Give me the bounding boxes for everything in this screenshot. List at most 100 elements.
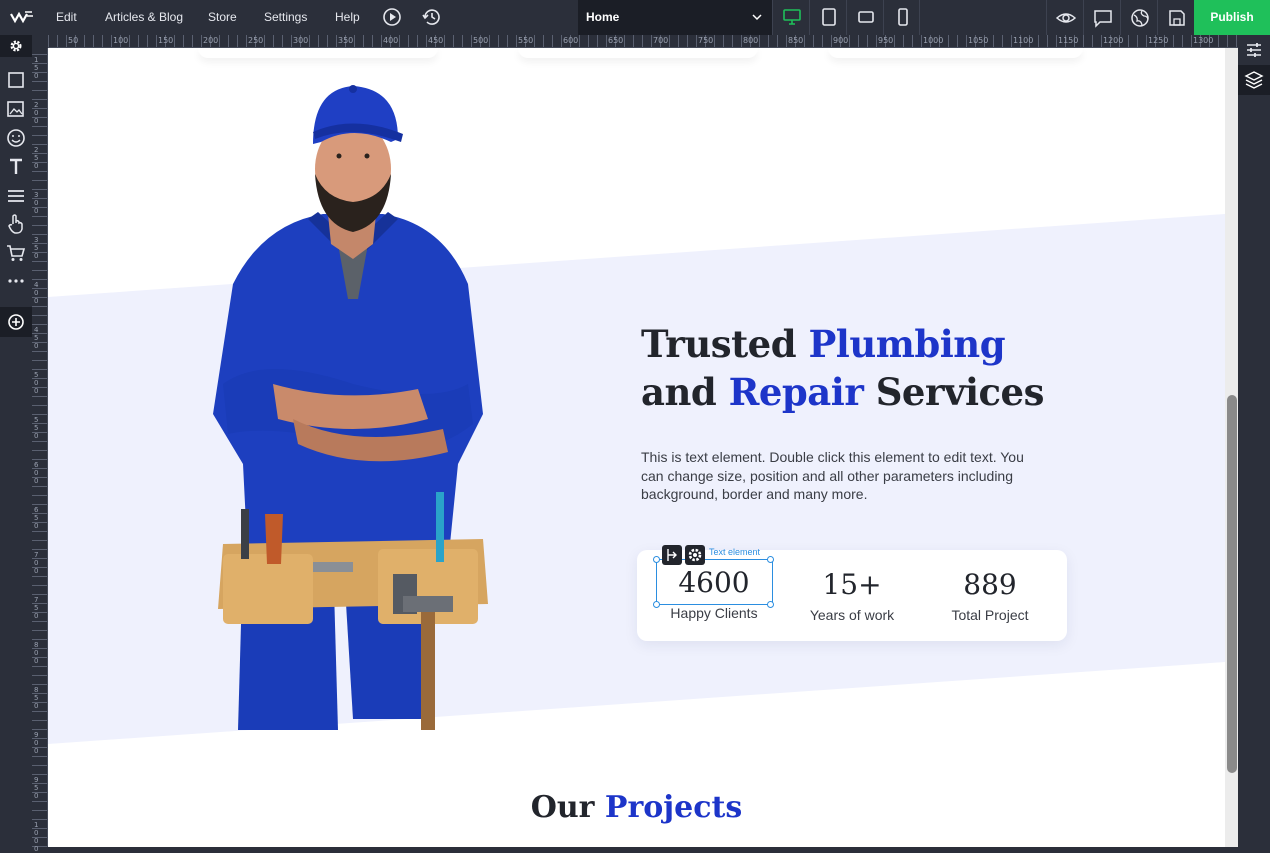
ruler-vmark: 950 <box>34 776 39 800</box>
ruler-vmark: 550 <box>34 416 39 440</box>
move-handle-icon[interactable] <box>662 545 682 565</box>
vertical-ruler: 150 200 250 300 350 400 450 500 550 600 … <box>32 48 48 853</box>
image-icon[interactable] <box>5 98 27 120</box>
sliders-icon[interactable] <box>1238 35 1270 65</box>
stat-label: Total Project <box>951 607 1029 623</box>
stat-total-project[interactable]: 889 Total Project <box>930 565 1050 625</box>
ruler-vmark: 900 <box>34 731 39 755</box>
hero-title-text: Trusted <box>641 322 809 366</box>
logo-icon[interactable] <box>10 9 34 25</box>
add-circle-icon[interactable] <box>0 307 32 337</box>
play-icon[interactable] <box>381 6 403 28</box>
projects-title[interactable]: Our Projects <box>48 790 1225 825</box>
menu-store[interactable]: Store <box>208 10 237 24</box>
ruler-mark: 400 <box>383 36 399 45</box>
selection-tag: Text element <box>709 547 761 557</box>
ruler-vmark: 450 <box>34 326 39 350</box>
plumber-image[interactable] <box>203 84 503 730</box>
ruler-vmark: 600 <box>34 461 39 485</box>
selection-box[interactable] <box>656 559 773 605</box>
publish-button[interactable]: Publish <box>1194 0 1270 35</box>
ruler-mark: 850 <box>788 36 804 45</box>
more-icon[interactable] <box>5 270 27 292</box>
ruler-vmark: 300 <box>34 191 39 215</box>
ruler-mark: 50 <box>68 36 79 45</box>
resize-handle[interactable] <box>653 556 660 563</box>
right-toolbar <box>1238 35 1270 847</box>
ruler-mark: 500 <box>473 36 489 45</box>
element-settings-icon[interactable] <box>685 545 705 565</box>
hand-pointer-icon[interactable] <box>5 213 27 235</box>
page-select[interactable]: Home <box>578 0 772 35</box>
ruler-vmark: 700 <box>34 551 39 575</box>
layers-icon[interactable] <box>1238 65 1270 95</box>
gear-icon[interactable] <box>0 35 32 57</box>
save-button[interactable] <box>1157 0 1194 35</box>
horizontal-ruler: 50 100 150 200 250 300 350 400 450 500 5… <box>48 35 1238 48</box>
ruler-mark: 300 <box>293 36 309 45</box>
history-icon[interactable] <box>421 6 443 28</box>
comment-icon <box>1094 10 1112 28</box>
ruler-vmark: 850 <box>34 686 39 710</box>
mobile-view-button[interactable] <box>883 0 920 35</box>
ruler-vmark: 650 <box>34 506 39 530</box>
resize-handle[interactable] <box>767 601 774 608</box>
menu-help[interactable]: Help <box>335 10 360 24</box>
eye-icon <box>1056 13 1076 23</box>
ruler-mark: 1050 <box>968 36 989 45</box>
projects-title-accent: Projects <box>604 790 743 825</box>
smiley-icon[interactable] <box>5 127 27 149</box>
tablet-landscape-view-button[interactable] <box>846 0 883 35</box>
hero-title-text: and <box>641 370 729 414</box>
ruler-mark: 900 <box>833 36 849 45</box>
left-toolbar <box>0 35 32 847</box>
ruler-mark: 1300 <box>1193 36 1214 45</box>
hero-title[interactable]: Trusted Plumbing and Repair Services <box>641 320 1044 416</box>
stat-years-of-work[interactable]: 15+ Years of work <box>792 565 912 625</box>
ruler-mark: 950 <box>878 36 894 45</box>
square-icon[interactable] <box>5 69 27 91</box>
ruler-vmark: 150 <box>34 56 39 80</box>
ruler-vmark: 250 <box>34 146 39 170</box>
ruler-mark: 1250 <box>1148 36 1169 45</box>
menu-icon[interactable] <box>5 185 27 207</box>
preview-button[interactable] <box>1046 0 1083 35</box>
cart-icon[interactable] <box>5 242 27 264</box>
hero-title-accent: Repair <box>728 370 864 414</box>
tablet-icon <box>822 8 836 26</box>
hero-title-text: Services <box>863 370 1045 414</box>
ruler-mark: 450 <box>428 36 444 45</box>
ruler-mark: 100 <box>113 36 129 45</box>
ruler-vmark: 750 <box>34 596 39 620</box>
mobile-icon <box>898 8 908 26</box>
menu-settings[interactable]: Settings <box>264 10 307 24</box>
domain-button[interactable] <box>1120 0 1157 35</box>
desktop-view-button[interactable] <box>772 0 809 35</box>
editor-canvas[interactable]: Trusted Plumbing and Repair Services Thi… <box>48 48 1225 847</box>
ruler-mark: 250 <box>248 36 264 45</box>
resize-handle[interactable] <box>767 556 774 563</box>
menu-edit[interactable]: Edit <box>56 10 77 24</box>
globe-icon <box>1131 9 1149 27</box>
scrollbar-thumb[interactable] <box>1227 395 1237 773</box>
stat-value: 889 <box>963 568 1017 601</box>
hero-title-accent: Plumbing <box>808 322 1006 366</box>
ruler-mark: 750 <box>698 36 714 45</box>
ruler-mark: 1150 <box>1058 36 1079 45</box>
menu-articles-blog[interactable]: Articles & Blog <box>105 10 183 24</box>
hero-body-text[interactable]: This is text element. Double click this … <box>641 448 1026 504</box>
tablet-landscape-icon <box>858 11 874 23</box>
ruler-mark: 550 <box>518 36 534 45</box>
ruler-mark: 1000 <box>923 36 944 45</box>
tablet-view-button[interactable] <box>809 0 846 35</box>
comments-button[interactable] <box>1083 0 1120 35</box>
chevron-down-icon <box>752 14 762 21</box>
desktop-icon <box>783 9 801 25</box>
ruler-mark: 200 <box>203 36 219 45</box>
save-icon <box>1169 10 1185 26</box>
stat-value: 15+ <box>822 568 882 601</box>
resize-handle[interactable] <box>653 601 660 608</box>
text-icon[interactable] <box>5 156 27 178</box>
ruler-mark: 600 <box>563 36 579 45</box>
top-toolbar: Edit Articles & Blog Store Settings Help… <box>0 0 1270 35</box>
